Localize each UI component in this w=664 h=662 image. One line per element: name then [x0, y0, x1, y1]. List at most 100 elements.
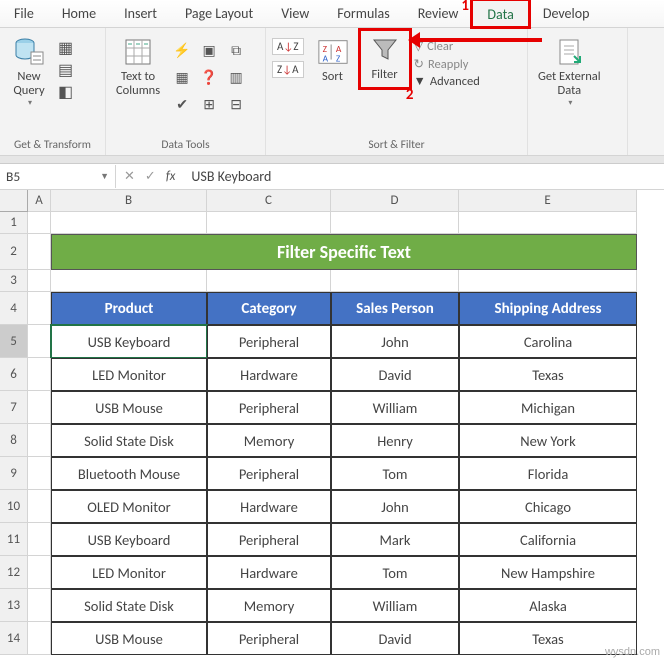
manage-data-model-icon[interactable]: ▥: [224, 65, 248, 89]
cell-person[interactable]: David: [331, 622, 459, 655]
cell-shipping[interactable]: Carolina: [459, 325, 637, 358]
row-header[interactable]: 10: [0, 490, 28, 523]
cell-shipping[interactable]: Chicago: [459, 490, 637, 523]
tab-developer[interactable]: Develop: [529, 0, 604, 27]
cell[interactable]: [28, 391, 51, 424]
cell-product[interactable]: Solid State Disk: [51, 589, 207, 622]
cell-category[interactable]: Hardware: [207, 358, 331, 391]
row-header[interactable]: 13: [0, 589, 28, 622]
cell-category[interactable]: Hardware: [207, 556, 331, 589]
consolidate-icon[interactable]: ▣: [197, 38, 221, 62]
cell-person[interactable]: Mark: [331, 523, 459, 556]
cell-product[interactable]: Solid State Disk: [51, 424, 207, 457]
col-header-A[interactable]: A: [28, 190, 51, 212]
banner-title[interactable]: Filter Specific Text: [51, 234, 637, 270]
enter-formula-icon[interactable]: ✓: [145, 169, 156, 184]
row-header[interactable]: 7: [0, 391, 28, 424]
cell[interactable]: [51, 270, 207, 292]
cell-product[interactable]: USB Keyboard: [51, 523, 207, 556]
new-query-button[interactable]: New Query ▾: [6, 32, 52, 108]
cell-person[interactable]: Tom: [331, 556, 459, 589]
cell-person[interactable]: John: [331, 490, 459, 523]
row-header[interactable]: 6: [0, 358, 28, 391]
cell[interactable]: [28, 292, 51, 325]
row-header-3[interactable]: 3: [0, 270, 28, 292]
cell[interactable]: [459, 270, 637, 292]
cell-category[interactable]: Peripheral: [207, 622, 331, 655]
from-table-icon[interactable]: ▤: [58, 60, 73, 80]
data-validation-icon[interactable]: ✔: [170, 92, 194, 116]
get-external-data-button[interactable]: Get External Data ▾: [534, 32, 605, 108]
row-header[interactable]: 12: [0, 556, 28, 589]
name-box[interactable]: B5 ▼: [0, 165, 116, 188]
cell-product[interactable]: LED Monitor: [51, 556, 207, 589]
cell-product[interactable]: Bluetooth Mouse: [51, 457, 207, 490]
cell[interactable]: [28, 424, 51, 457]
table-header-sales-person[interactable]: Sales Person: [331, 292, 459, 325]
row-header[interactable]: 9: [0, 457, 28, 490]
row-header[interactable]: 11: [0, 523, 28, 556]
cell-shipping[interactable]: New York: [459, 424, 637, 457]
tab-data[interactable]: 1 Data: [472, 0, 528, 27]
row-header[interactable]: 5: [0, 325, 28, 358]
row-header[interactable]: 8: [0, 424, 28, 457]
cell[interactable]: [28, 457, 51, 490]
formula-input[interactable]: USB Keyboard: [183, 165, 664, 188]
ungroup-icon[interactable]: ⊟: [224, 92, 248, 116]
cell[interactable]: [28, 589, 51, 622]
row-header-4[interactable]: 4: [0, 292, 28, 325]
cell-category[interactable]: Peripheral: [207, 325, 331, 358]
recent-sources-icon[interactable]: ◧: [58, 82, 73, 102]
tab-home[interactable]: Home: [48, 0, 110, 27]
cell[interactable]: [207, 270, 331, 292]
row-header[interactable]: 14: [0, 622, 28, 655]
chevron-down-icon[interactable]: ▼: [100, 171, 109, 182]
cell-product[interactable]: LED Monitor: [51, 358, 207, 391]
sort-button[interactable]: ZAAZ Sort: [310, 32, 356, 84]
row-header-2[interactable]: 2: [0, 234, 28, 270]
cell-shipping[interactable]: Texas: [459, 358, 637, 391]
relationships-icon[interactable]: ⧉: [224, 38, 248, 62]
cell[interactable]: [28, 325, 51, 358]
cell[interactable]: [28, 622, 51, 655]
show-queries-icon[interactable]: ▦: [58, 38, 73, 58]
tab-formulas[interactable]: Formulas: [323, 0, 403, 27]
remove-duplicates-icon[interactable]: ▦: [170, 65, 194, 89]
cell-person[interactable]: Henry: [331, 424, 459, 457]
tab-page-layout[interactable]: Page Layout: [171, 0, 267, 27]
reapply-filter-button[interactable]: ↻Reapply: [414, 56, 480, 72]
cell[interactable]: [28, 270, 51, 292]
cell[interactable]: [28, 358, 51, 391]
cell[interactable]: [28, 523, 51, 556]
row-header-1[interactable]: 1: [0, 212, 28, 234]
cell[interactable]: [331, 270, 459, 292]
cell[interactable]: [28, 234, 51, 270]
what-if-icon[interactable]: ❓: [197, 65, 221, 89]
cell-shipping[interactable]: Michigan: [459, 391, 637, 424]
cell-category[interactable]: Memory: [207, 589, 331, 622]
table-header-shipping[interactable]: Shipping Address: [459, 292, 637, 325]
cell-person[interactable]: John: [331, 325, 459, 358]
cell-product[interactable]: USB Mouse: [51, 391, 207, 424]
cell[interactable]: [28, 490, 51, 523]
group-icon[interactable]: ⊞: [197, 92, 221, 116]
cell[interactable]: [459, 212, 637, 234]
cell-category[interactable]: Peripheral: [207, 457, 331, 490]
cell-person[interactable]: William: [331, 391, 459, 424]
cancel-formula-icon[interactable]: ✕: [124, 169, 135, 184]
advanced-filter-button[interactable]: ▼Advanced: [414, 74, 480, 89]
tab-file[interactable]: File: [0, 0, 48, 27]
tab-insert[interactable]: Insert: [110, 0, 171, 27]
cell-shipping[interactable]: New Hampshire: [459, 556, 637, 589]
col-header-E[interactable]: E: [459, 190, 637, 212]
cell[interactable]: [51, 212, 207, 234]
cell-product[interactable]: USB Mouse: [51, 622, 207, 655]
tab-view[interactable]: View: [267, 0, 323, 27]
cell-category[interactable]: Memory: [207, 424, 331, 457]
cell[interactable]: [28, 212, 51, 234]
cell-category[interactable]: Peripheral: [207, 523, 331, 556]
col-header-D[interactable]: D: [331, 190, 459, 212]
table-header-category[interactable]: Category: [207, 292, 331, 325]
cell-shipping[interactable]: California: [459, 523, 637, 556]
select-all-corner[interactable]: [0, 190, 28, 212]
